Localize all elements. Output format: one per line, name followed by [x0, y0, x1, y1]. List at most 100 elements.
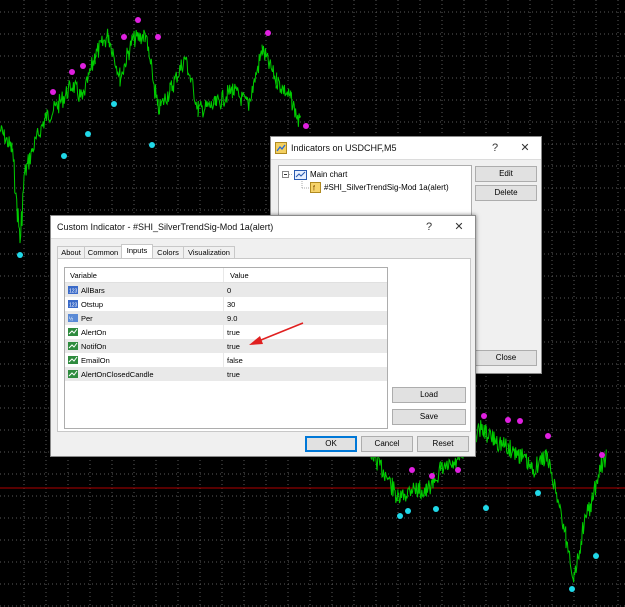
- sell-signal-dot: [80, 63, 86, 69]
- table-header: Variable Value: [65, 268, 387, 283]
- column-separator: [223, 367, 224, 381]
- buy-signal-dot: [61, 153, 67, 159]
- sell-signal-dot: [545, 433, 551, 439]
- cancel-button[interactable]: Cancel: [361, 436, 413, 452]
- tab-inputs[interactable]: Inputs: [121, 244, 153, 258]
- sell-signal-dot: [599, 452, 605, 458]
- save-button[interactable]: Save: [392, 409, 466, 425]
- buy-signal-dot: [593, 553, 599, 559]
- buy-signal-dot: [483, 505, 489, 511]
- tab-visualization[interactable]: Visualization: [183, 246, 235, 258]
- table-row[interactable]: 123 Otstup 30: [65, 297, 387, 311]
- chart-icon: [294, 170, 307, 180]
- custom-indicator-title: Custom Indicator - #SHI_SilverTrendSig-M…: [57, 222, 274, 232]
- tree-root-label: Main chart: [310, 170, 348, 179]
- int-icon: 123: [68, 300, 78, 308]
- sell-signal-dot: [265, 30, 271, 36]
- sell-signal-dot: [505, 417, 511, 423]
- edit-button[interactable]: Edit: [475, 166, 537, 182]
- buy-signal-dot: [85, 131, 91, 137]
- buy-signal-dot: [569, 586, 575, 592]
- parameter-name: AlertOn: [81, 328, 107, 337]
- table-row[interactable]: 123 AllBars 0: [65, 283, 387, 297]
- value-column-header[interactable]: Value: [230, 271, 249, 280]
- parameter-value[interactable]: 30: [227, 300, 235, 309]
- tab-colors[interactable]: Colors: [152, 246, 184, 258]
- bool-icon: [68, 356, 78, 364]
- annotation-arrow: [249, 322, 304, 345]
- parameter-value[interactable]: true: [227, 328, 240, 337]
- sell-signal-dot: [429, 473, 435, 479]
- delete-button[interactable]: Delete: [475, 185, 537, 201]
- svg-text:123: 123: [69, 303, 78, 309]
- column-separator: [223, 297, 224, 311]
- svg-text:123: 123: [69, 289, 78, 295]
- parameter-value[interactable]: 9.0: [227, 314, 237, 323]
- parameter-name: AlertOnClosedCandle: [81, 370, 154, 379]
- double-icon: ½: [68, 314, 78, 322]
- sell-signal-dot: [455, 467, 461, 473]
- buy-signal-dot: [535, 490, 541, 496]
- sell-signal-dot: [50, 89, 56, 95]
- parameter-name: Per: [81, 314, 93, 323]
- parameter-name: AllBars: [81, 286, 105, 295]
- sell-signal-dot: [135, 17, 141, 23]
- int-icon: 123: [68, 286, 78, 294]
- column-separator: [223, 353, 224, 367]
- table-row[interactable]: AlertOn true: [65, 325, 387, 339]
- column-separator: [223, 339, 224, 353]
- bool-icon: [68, 328, 78, 336]
- buy-signal-dot: [17, 252, 23, 258]
- custom-indicator-window: Custom Indicator - #SHI_SilverTrendSig-M…: [50, 215, 476, 457]
- sell-signal-dot: [481, 413, 487, 419]
- custom-indicator-icon: f: [310, 182, 321, 193]
- column-separator: [223, 311, 224, 325]
- parameter-value[interactable]: 0: [227, 286, 231, 295]
- buy-signal-dot: [433, 506, 439, 512]
- ok-button[interactable]: OK: [305, 436, 357, 452]
- help-button[interactable]: ?: [419, 219, 439, 235]
- parameter-name: Otstup: [81, 300, 104, 309]
- parameter-name: EmailOn: [81, 356, 110, 365]
- app-icon: [275, 142, 287, 154]
- bool-icon: [68, 342, 78, 350]
- table-row[interactable]: EmailOn false: [65, 353, 387, 367]
- sell-signal-dot: [155, 34, 161, 40]
- sell-signal-dot: [303, 123, 309, 129]
- table-row[interactable]: ½ Per 9.0: [65, 311, 387, 325]
- tab-common[interactable]: Common: [84, 246, 122, 258]
- load-button[interactable]: Load: [392, 387, 466, 403]
- buy-signal-dot: [405, 508, 411, 514]
- parameter-name: NotifOn: [81, 342, 107, 351]
- buy-signal-dot: [397, 513, 403, 519]
- price-line: [0, 28, 301, 244]
- tab-about[interactable]: About: [57, 246, 85, 258]
- table-row[interactable]: NotifOn true: [65, 339, 387, 353]
- indicators-window-titlebar[interactable]: Indicators on USDCHF,M5 ? ✕: [271, 137, 541, 160]
- buy-signal-dot: [149, 142, 155, 148]
- custom-indicator-titlebar[interactable]: Custom Indicator - #SHI_SilverTrendSig-M…: [51, 216, 475, 239]
- svg-text:f: f: [313, 186, 315, 193]
- table-row[interactable]: AlertOnClosedCandle true: [65, 367, 387, 381]
- help-button[interactable]: ?: [485, 140, 505, 156]
- bool-icon: [68, 370, 78, 378]
- close-button[interactable]: Close: [475, 350, 537, 366]
- sell-signal-dot: [517, 418, 523, 424]
- inputs-table[interactable]: Variable Value 123 AllBars 0 123 Otstup 30 ½ Pe…: [64, 267, 388, 429]
- close-icon[interactable]: ✕: [449, 219, 469, 235]
- reset-button[interactable]: Reset: [417, 436, 469, 452]
- column-separator: [223, 283, 224, 297]
- parameter-value[interactable]: true: [227, 370, 240, 379]
- indicators-window-title: Indicators on USDCHF,M5: [291, 143, 397, 153]
- buy-signal-dot: [111, 101, 117, 107]
- parameter-value[interactable]: false: [227, 356, 243, 365]
- variable-column-header[interactable]: Variable: [70, 271, 97, 280]
- sell-signal-dot: [69, 69, 75, 75]
- column-separator: [223, 325, 224, 339]
- close-icon[interactable]: ✕: [515, 140, 535, 156]
- sell-signal-dot: [121, 34, 127, 40]
- tree-child-label: #SHI_SilverTrendSig-Mod 1a(alert): [324, 183, 449, 192]
- sell-signal-dot: [409, 467, 415, 473]
- parameter-value[interactable]: true: [227, 342, 240, 351]
- column-separator[interactable]: [223, 268, 224, 282]
